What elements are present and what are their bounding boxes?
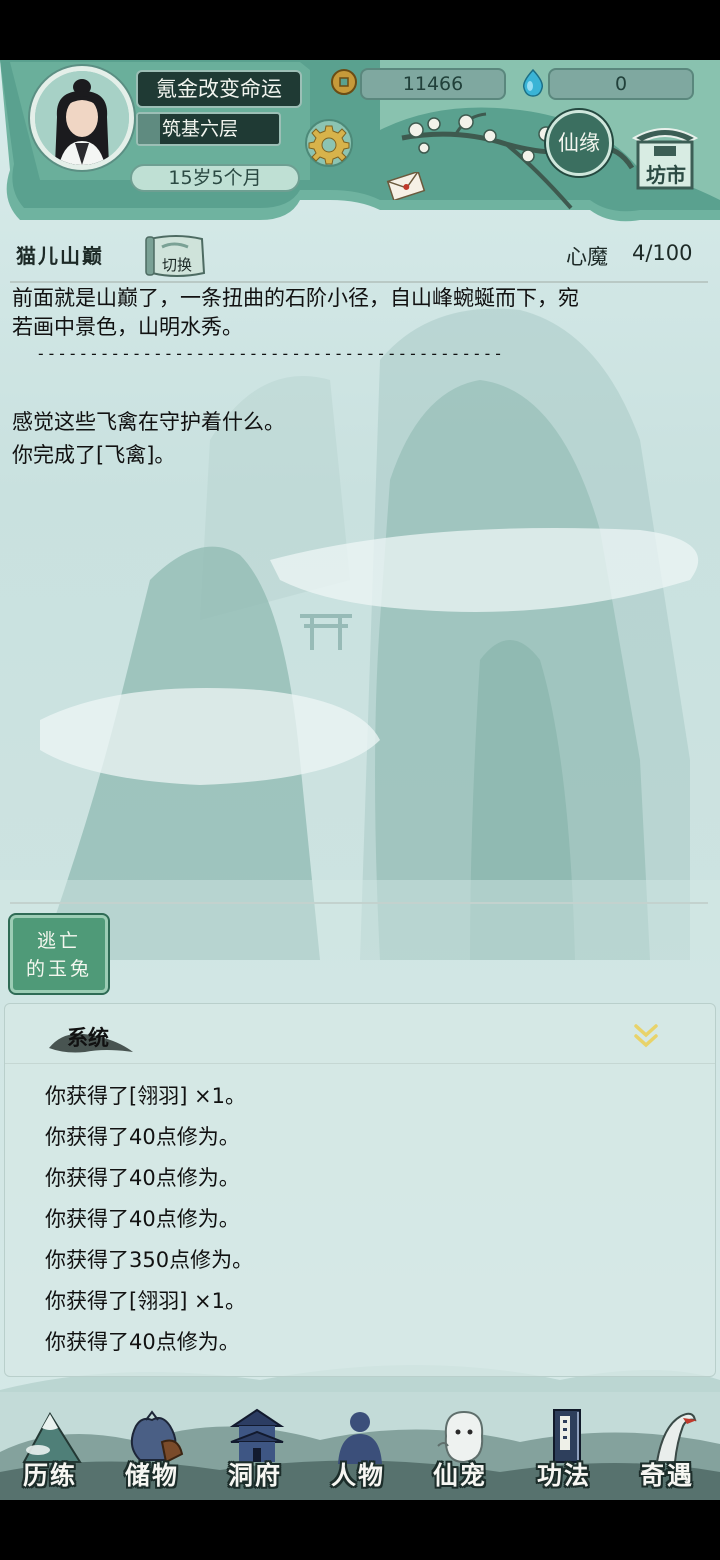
log-entry: 你获得了350点修为。 bbox=[45, 1248, 254, 1272]
log-entry: 你获得了40点修为。 bbox=[45, 1125, 240, 1149]
bottom-navigation: 历练 储物 洞府 人物 仙宠 功法 奇遇 bbox=[0, 1392, 720, 1500]
player-avatar[interactable] bbox=[30, 66, 134, 170]
story-separator: ----------------------------------------… bbox=[36, 344, 504, 363]
event-line: 你完成了[飞禽]。 bbox=[12, 443, 176, 467]
switch-location-button[interactable]: 切换 bbox=[150, 254, 204, 275]
player-name: 氪金改变命运 bbox=[136, 70, 302, 108]
nav-label: 洞府 bbox=[227, 1461, 282, 1490]
event-text: 感觉这些飞禽在守护着什么。 你完成了[飞禽]。 bbox=[12, 406, 702, 472]
log-entry: 你获得了[翎羽] ×1。 bbox=[45, 1289, 247, 1313]
spirit-stone-icon bbox=[522, 68, 544, 97]
gem-count: 0 bbox=[548, 68, 694, 100]
realm-label: 筑基六层 bbox=[162, 118, 239, 140]
nav-item-renwu[interactable]: 人物 bbox=[308, 1392, 408, 1500]
action-label-line: 的玉兔 bbox=[25, 958, 92, 980]
realm-progress-fill bbox=[138, 114, 160, 144]
heart-demon-label: 心魔 bbox=[566, 245, 608, 269]
flee-jade-rabbit-button[interactable]: 逃亡 的玉兔 bbox=[10, 915, 108, 993]
location-name: 猫儿山巅 bbox=[16, 244, 104, 268]
event-line: 感觉这些飞禽在守护着什么。 bbox=[12, 410, 285, 434]
nav-item-lilian[interactable]: 历练 bbox=[0, 1392, 100, 1500]
navigation-bar-area bbox=[0, 1500, 720, 1560]
player-age: 15岁5个月 bbox=[130, 164, 300, 192]
action-label-line: 逃亡 bbox=[36, 930, 81, 952]
nav-label: 仙宠 bbox=[432, 1461, 487, 1490]
nav-item-qiyu[interactable]: 奇遇 bbox=[617, 1392, 717, 1500]
settings-gear-icon[interactable] bbox=[304, 118, 354, 168]
xianyuan-button[interactable]: 仙缘 bbox=[546, 110, 612, 176]
log-entry: 你获得了[翎羽] ×1。 bbox=[45, 1084, 247, 1108]
nav-item-dongfu[interactable]: 洞府 bbox=[205, 1392, 305, 1500]
nav-item-xianchong[interactable]: 仙宠 bbox=[410, 1392, 510, 1500]
divider bbox=[10, 281, 708, 283]
system-log-entries: 你获得了[翎羽] ×1。 你获得了40点修为。 你获得了40点修为。 你获得了4… bbox=[45, 1076, 685, 1363]
market-button-label[interactable]: 坊市 bbox=[636, 160, 696, 190]
coin-count: 11466 bbox=[360, 68, 506, 100]
nav-item-gongfa[interactable]: 功法 bbox=[514, 1392, 614, 1500]
nav-label: 储物 bbox=[124, 1461, 179, 1490]
chevron-double-down-icon[interactable] bbox=[631, 1021, 661, 1051]
mail-icon[interactable] bbox=[386, 172, 426, 200]
story-text: 前面就是山巅了，一条扭曲的石阶小径，自山峰蜿蜒而下，宛 若画中景色，山明水秀。 bbox=[12, 284, 702, 342]
avatar-portrait-icon bbox=[35, 71, 129, 165]
nav-label: 人物 bbox=[330, 1461, 385, 1490]
divider bbox=[10, 902, 708, 904]
story-line: 前面就是山巅了，一条扭曲的石阶小径，自山峰蜿蜒而下，宛 bbox=[12, 286, 579, 310]
system-log-header: 系统 bbox=[5, 1004, 715, 1064]
system-log-panel[interactable]: 系统 你获得了[翎羽] ×1。 你获得了40点修为。 你获得了40点修为。 你获… bbox=[4, 1003, 716, 1377]
log-entry: 你获得了40点修为。 bbox=[45, 1166, 240, 1190]
nav-item-chuwu[interactable]: 储物 bbox=[102, 1392, 202, 1500]
nav-label: 历练 bbox=[22, 1461, 77, 1490]
nav-label: 功法 bbox=[536, 1461, 591, 1490]
copper-coin-icon bbox=[331, 69, 357, 95]
heart-demon-value: 4/100 bbox=[632, 241, 693, 265]
status-bar-area bbox=[0, 0, 720, 60]
log-entry: 你获得了40点修为。 bbox=[45, 1330, 240, 1354]
log-entry: 你获得了40点修为。 bbox=[45, 1207, 240, 1231]
system-log-title: 系统 bbox=[67, 1025, 109, 1050]
story-line: 若画中景色，山明水秀。 bbox=[12, 315, 243, 339]
nav-label: 奇遇 bbox=[639, 1461, 694, 1490]
top-header: 氪金改变命运 筑基六层 15岁5个月 11466 0 仙缘 坊市 bbox=[0, 60, 720, 225]
cultivation-realm: 筑基六层 bbox=[136, 112, 281, 146]
